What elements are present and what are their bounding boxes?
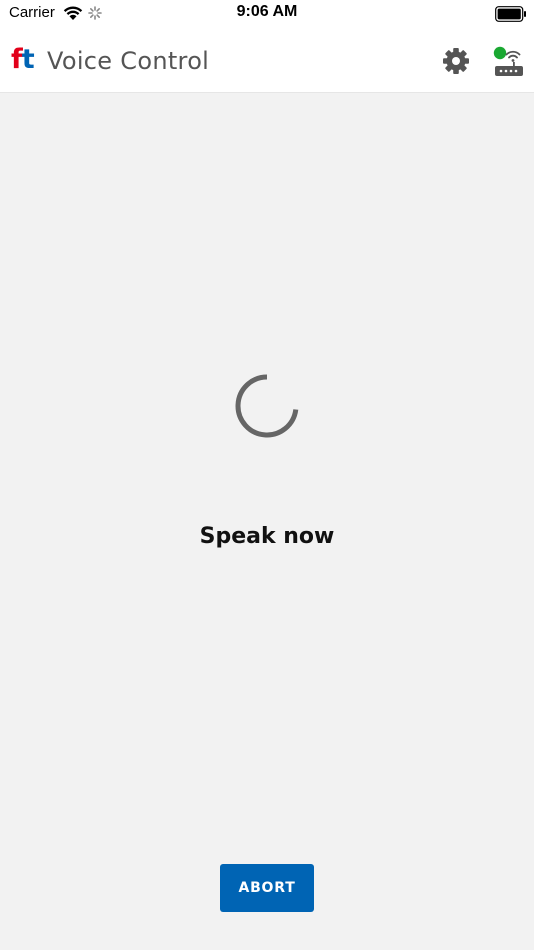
logo-letter-t: t	[21, 44, 35, 75]
controller-icon[interactable]	[491, 45, 525, 77]
ft-logo: ft	[11, 44, 35, 75]
voice-control-screen: Carrier 9:06 AM ft Voice Control Speak n…	[0, 0, 534, 950]
status-bar: Carrier 9:06 AM	[0, 0, 534, 27]
speak-prompt: Speak now	[199, 524, 335, 549]
battery-icon	[495, 6, 526, 22]
nav-bar: ft Voice Control	[0, 27, 534, 93]
page-title: Voice Control	[47, 47, 210, 75]
abort-button[interactable]: ABORT	[220, 864, 314, 912]
logo-letter-f: f	[11, 44, 23, 75]
status-time: 9:06 AM	[236, 3, 298, 20]
loading-spinner-icon	[235, 374, 299, 438]
gear-icon[interactable]	[442, 47, 470, 75]
